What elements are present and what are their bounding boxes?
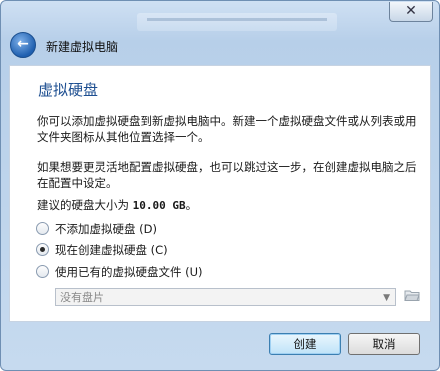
option-use-existing-label: 使用已有的虚拟硬盘文件 (U): [55, 265, 203, 279]
radio-no-disk[interactable]: [36, 222, 49, 235]
option-create-disk-label: 现在创建虚拟硬盘 (C): [55, 243, 168, 257]
recommended-size-value: 10.00 GB: [132, 199, 186, 212]
recommended-size-prefix: 建议的硬盘大小为: [37, 198, 133, 212]
back-button[interactable]: ←: [10, 32, 36, 58]
create-button[interactable]: 创建: [269, 333, 341, 355]
recommended-size-suffix: 。: [185, 198, 198, 212]
skip-hint-text: 如果想要更灵活地配置虚拟硬盘，也可以跳过这一步，在创建虚拟电脑之后在配置中设定。: [37, 160, 417, 190]
option-no-disk-label: 不添加虚拟硬盘 (D): [55, 222, 157, 236]
wizard-window: ✕ ← 新建虚拟电脑 虚拟硬盘 你可以添加虚拟硬盘到新虚拟电脑中。新建一个虚拟硬…: [0, 0, 440, 371]
cancel-button[interactable]: 取消: [348, 333, 420, 355]
folder-icon[interactable]: [403, 288, 421, 306]
title-bar-background-ghost: [137, 13, 337, 31]
option-create-disk[interactable]: 现在创建虚拟硬盘 (C): [36, 243, 168, 259]
option-use-existing-disk[interactable]: 使用已有的虚拟硬盘文件 (U): [36, 265, 203, 281]
page-heading: 虚拟硬盘: [38, 81, 99, 99]
content-panel: 虚拟硬盘 你可以添加虚拟硬盘到新虚拟电脑中。新建一个虚拟硬盘文件或从列表或用文件…: [9, 65, 431, 322]
existing-disk-select[interactable]: 没有盘片 ▼: [55, 288, 396, 306]
chevron-down-icon: ▼: [383, 293, 390, 303]
recommended-size-text: 建议的硬盘大小为 10.00 GB。: [37, 197, 422, 214]
wizard-title: 新建虚拟电脑: [46, 40, 119, 54]
radio-create-disk[interactable]: [36, 243, 49, 256]
existing-disk-selected-value: 没有盘片: [60, 291, 104, 304]
title-bar: ✕: [1, 1, 439, 31]
description-text: 你可以添加虚拟硬盘到新虚拟电脑中。新建一个虚拟硬盘文件或从列表或用文件夹图标从其…: [37, 114, 417, 144]
option-no-disk[interactable]: 不添加虚拟硬盘 (D): [36, 222, 157, 238]
radio-use-existing[interactable]: [36, 265, 49, 278]
close-button[interactable]: ✕: [389, 2, 433, 22]
